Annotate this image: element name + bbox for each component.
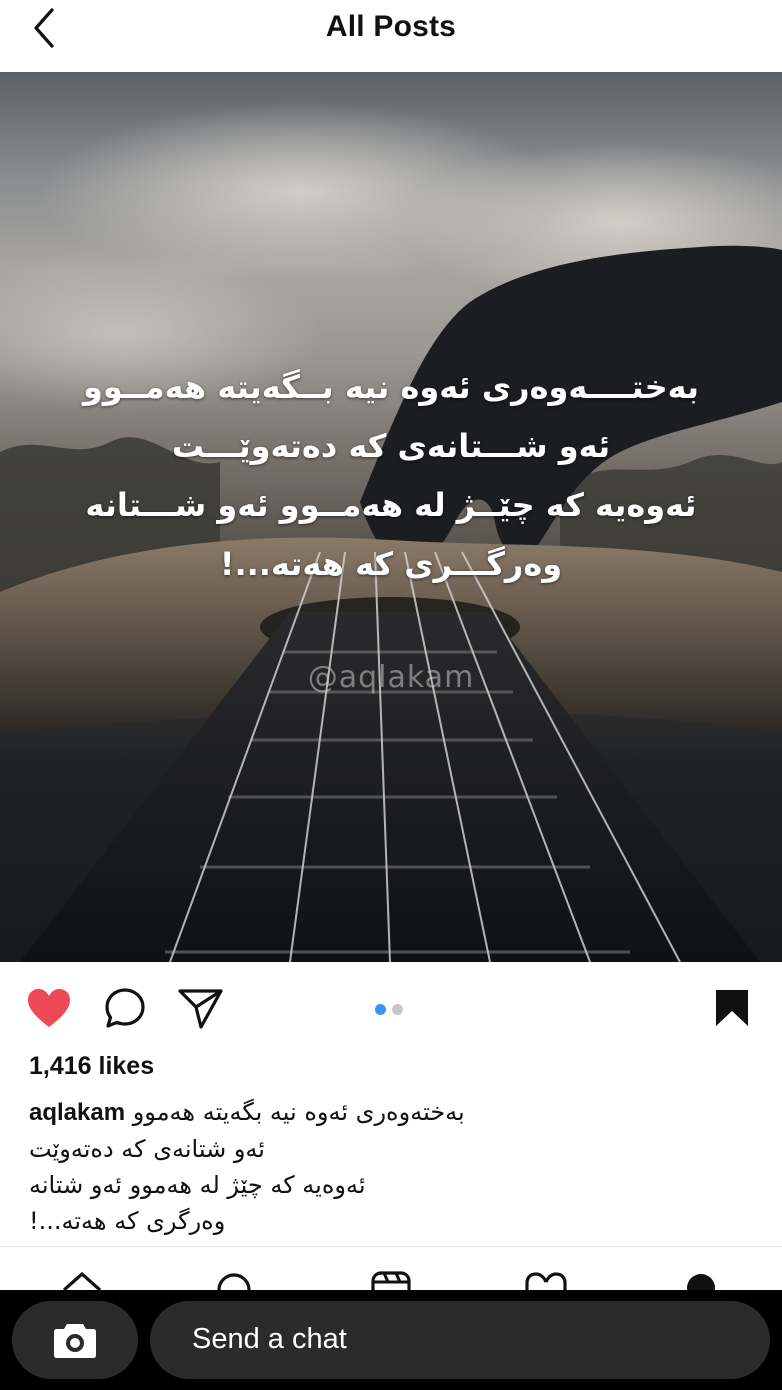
bookmark-filled-icon [716,990,748,1026]
chat-placeholder: Send a chat [192,1323,347,1355]
home-icon[interactable] [60,1268,104,1290]
quote-line: ئەو شـــتانەی کە دەتەوێـــت [171,427,611,465]
quote-line: ئەوەیە کە چێــژ لە هەمــوو ئەو شـــتانە [85,486,697,524]
save-button[interactable] [714,988,750,1033]
profile-icon[interactable] [680,1268,722,1290]
likes-count[interactable]: 1,416 likes [29,1052,154,1081]
post-image-quote: بەختــــەوەری ئەوە نیە بــگەیتە هەمــوو … [60,358,722,594]
bottom-nav-peek [0,1262,782,1290]
post-actions [0,962,782,1052]
carousel-indicator [375,1002,409,1020]
caption-username[interactable]: aqlakam [29,1099,125,1126]
page-title: All Posts [325,10,457,43]
reels-icon[interactable] [370,1268,412,1290]
caption-line-1: aqlakam بەختەوەری ئەوە نیە بگەیتە هەموو [29,1094,729,1131]
caption-line: وەرگری کە هەتە...! [29,1207,226,1235]
share-button[interactable] [178,988,224,1035]
paper-plane-icon [178,989,223,1029]
chat-input[interactable]: Send a chat [150,1301,770,1379]
carousel-dot-active [375,1004,386,1015]
chat-bar: Send a chat [0,1290,782,1390]
top-bar: All Posts [0,0,782,73]
quote-line: بەختــــەوەری ئەوە نیە بــگەیتە هەمــوو [82,368,700,406]
quote-line: وەرگـــری کە هەتە...! [219,545,563,583]
carousel-dot [392,1004,403,1015]
comment-bubble-icon [105,988,145,1028]
camera-icon [54,1324,96,1358]
post-image[interactable]: بەختــــەوەری ئەوە نیە بــگەیتە هەمــوو … [0,72,782,962]
search-icon[interactable] [214,1268,254,1290]
caption-line: ئەوەیە کە چێژ لە هەموو ئەو شتانە [29,1171,366,1199]
caption-text: بەختەوەری ئەوە نیە بگەیتە هەموو [132,1098,465,1126]
heart-filled-icon [28,989,70,1027]
like-button[interactable] [26,987,72,1034]
post-caption: aqlakam بەختەوەری ئەوە نیە بگەیتە هەموو … [29,1094,729,1239]
camera-button[interactable] [12,1301,138,1379]
divider [0,1246,782,1247]
screen: All Posts بەختــــەوەری ئەوە نیە بــگەیت… [0,0,782,1390]
watermark: @aqlakam [307,660,475,695]
heart-icon[interactable] [524,1268,568,1290]
comment-button[interactable] [104,987,148,1036]
caption-line: ئەو شتانەی کە دەتەوێت [29,1135,265,1163]
